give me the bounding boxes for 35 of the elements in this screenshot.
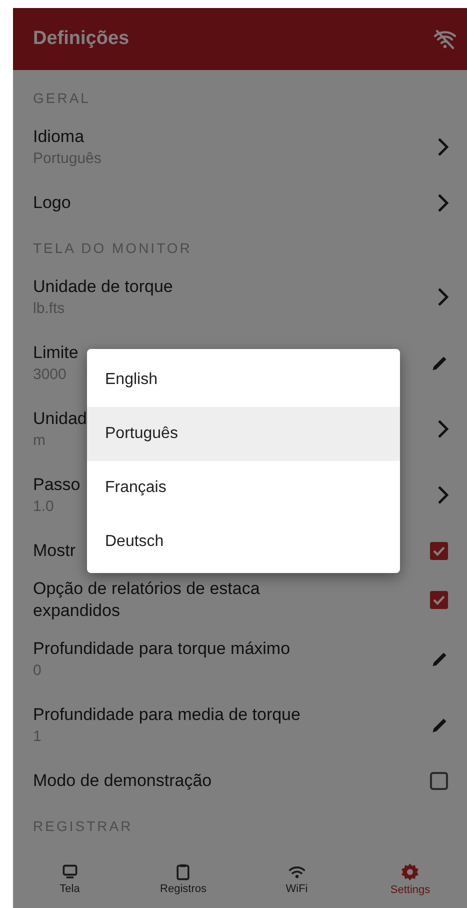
app-bar-title: Definições — [33, 28, 130, 50]
pencil-icon[interactable] — [431, 716, 449, 734]
setting-label[interactable]: Limite — [33, 342, 78, 364]
chevron-right-icon[interactable] — [437, 485, 449, 505]
nav-tab[interactable]: WiFi — [252, 863, 342, 895]
setting-label[interactable]: Mostr — [33, 540, 76, 562]
setting-label[interactable]: Idioma — [33, 126, 102, 148]
language-option[interactable]: Deutsch — [87, 515, 400, 569]
setting-label[interactable]: Profundidade para torque máximo — [33, 638, 290, 660]
chevron-right-icon[interactable] — [437, 419, 449, 439]
checkbox[interactable] — [429, 771, 449, 791]
setting-label[interactable]: Logo — [33, 192, 71, 214]
setting-label[interactable]: Unidade de torque — [33, 276, 173, 298]
language-option[interactable]: Français — [87, 461, 400, 515]
language-option[interactable]: English — [87, 353, 400, 407]
pencil-icon[interactable] — [431, 650, 449, 668]
wifi-off-icon[interactable] — [433, 27, 457, 51]
chevron-right-icon[interactable] — [437, 193, 449, 213]
nav-tab[interactable]: Settings — [365, 862, 456, 896]
nav-tab[interactable]: Registros — [138, 863, 228, 895]
setting-label[interactable]: Passo — [33, 474, 80, 496]
nav-tab[interactable]: Tela — [24, 863, 115, 895]
gear-icon — [400, 862, 420, 882]
clipboard-icon — [174, 863, 192, 881]
chevron-right-icon[interactable] — [437, 287, 449, 307]
monitor-icon — [60, 863, 79, 881]
setting-label[interactable]: Profundidade para media de torque — [33, 704, 300, 726]
setting-label[interactable]: Unidad — [33, 408, 87, 430]
pencil-icon[interactable] — [431, 354, 449, 372]
checkbox[interactable] — [429, 541, 449, 561]
language-option[interactable]: Português — [87, 407, 400, 461]
chevron-right-icon[interactable] — [437, 137, 449, 157]
setting-label[interactable]: Opção de relatórios de estaca expandidos — [33, 578, 311, 622]
checkbox[interactable] — [429, 590, 449, 610]
setting-label[interactable]: Modo de demonstração — [33, 770, 212, 792]
